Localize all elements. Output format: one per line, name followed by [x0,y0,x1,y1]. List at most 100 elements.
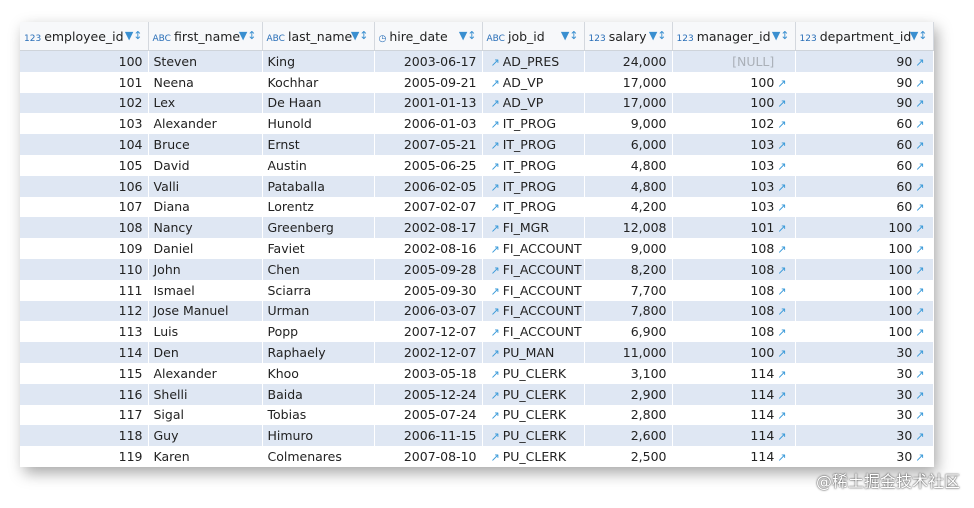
cell-employee_id[interactable]: 104 [20,134,149,155]
cell-last_name[interactable]: King [262,50,375,72]
link-icon[interactable]: ↗ [491,243,500,256]
table-row[interactable]: 116 Shelli Baida 2005-12-24 ↗ PU_CLERK 2,900 11… [20,383,934,405]
table-row[interactable]: 117 Sigal Tobias 2005-07-24 ↗ PU_CLERK 2,800 11… [20,404,934,426]
link-icon[interactable]: ↗ [777,389,786,402]
cell-first_name[interactable]: Alexander [148,113,263,135]
cell-job_id[interactable]: ↗ IT_PROG [482,196,585,218]
filter-sort-icon[interactable]: ▼↕ [459,29,477,42]
cell-hire_date[interactable]: 2005-06-25 [374,154,483,176]
cell-first_name[interactable]: Diana [148,196,263,218]
cell-salary[interactable]: 2,500 [584,446,673,467]
cell-manager_id[interactable]: 103 ↗ [672,175,796,197]
cell-manager_id[interactable]: 108 ↗ [672,238,796,259]
link-icon[interactable]: ↗ [777,139,786,152]
cell-manager_id[interactable]: 103 ↗ [672,154,796,176]
table-row[interactable]: 109 Daniel Faviet 2002-08-16 ↗ FI_ACCOUNT 9,00… [20,238,934,259]
link-icon[interactable]: ↗ [491,430,500,443]
link-icon[interactable]: ↗ [915,139,924,152]
table-row[interactable]: 108 Nancy Greenberg 2002-08-17 ↗ FI_MGR 12,008… [20,217,934,239]
column-header-department_id[interactable]: 123 department_id ▼↕ [795,22,934,51]
table-row[interactable]: 110 John Chen 2005-09-28 ↗ FI_ACCOUNT 8,200 108… [20,258,934,280]
cell-hire_date[interactable]: 2005-09-28 [374,258,483,280]
cell-salary[interactable]: 11,000 [584,342,673,363]
table-row[interactable]: 107 Diana Lorentz 2007-02-07 ↗ IT_PROG 4,200 10… [20,196,934,218]
cell-job_id[interactable]: ↗ PU_CLERK [482,362,585,384]
cell-first_name[interactable]: Neena [148,71,263,93]
cell-salary[interactable]: 3,100 [584,362,673,384]
cell-department_id[interactable]: 30 ↗ [795,446,934,467]
cell-manager_id[interactable]: 101 ↗ [672,217,796,239]
link-icon[interactable]: ↗ [491,97,500,110]
cell-first_name[interactable]: Lex [148,92,263,114]
column-header-manager_id[interactable]: 123 manager_id ▼↕ [672,22,796,51]
link-icon[interactable]: ↗ [777,347,786,360]
cell-employee_id[interactable]: 113 [20,321,149,343]
link-icon[interactable]: ↗ [491,139,500,152]
cell-first_name[interactable]: Guy [148,425,263,447]
cell-job_id[interactable]: ↗ FI_ACCOUNT [482,300,585,322]
cell-manager_id[interactable]: 100 ↗ [672,71,796,93]
cell-salary[interactable]: 2,800 [584,404,673,426]
cell-salary[interactable]: 2,600 [584,425,673,447]
cell-first_name[interactable]: Ismael [148,279,263,301]
cell-hire_date[interactable]: 2005-07-24 [374,404,483,426]
cell-last_name[interactable]: Tobias [262,404,375,426]
cell-manager_id[interactable]: 103 ↗ [672,134,796,155]
cell-hire_date[interactable]: 2001-01-13 [374,92,483,114]
column-header-hire_date[interactable]: ◷ hire_date ▼↕ [374,22,483,51]
filter-sort-icon[interactable]: ▼↕ [561,29,579,42]
table-row[interactable]: 119 Karen Colmenares 2007-08-10 ↗ PU_CLERK 2,5… [20,446,934,467]
cell-salary[interactable]: 17,000 [584,71,673,93]
cell-department_id[interactable]: 100 ↗ [795,300,934,322]
link-icon[interactable]: ↗ [491,56,500,69]
cell-department_id[interactable]: 90 ↗ [795,71,934,93]
cell-manager_id[interactable]: 100 ↗ [672,92,796,114]
cell-job_id[interactable]: ↗ IT_PROG [482,175,585,197]
link-icon[interactable]: ↗ [915,409,924,422]
cell-job_id[interactable]: ↗ PU_CLERK [482,404,585,426]
table-row[interactable]: 102 Lex De Haan 2001-01-13 ↗ AD_VP 17,000 100 ↗ 9… [20,92,934,114]
link-icon[interactable]: ↗ [915,118,924,131]
cell-manager_id[interactable]: 108 ↗ [672,258,796,280]
cell-department_id[interactable]: 30 ↗ [795,383,934,405]
column-header-first_name[interactable]: ABC first_name ▼↕ [148,22,263,51]
cell-last_name[interactable]: Kochhar [262,71,375,93]
cell-employee_id[interactable]: 115 [20,362,149,384]
cell-first_name[interactable]: Alexander [148,362,263,384]
cell-employee_id[interactable]: 118 [20,425,149,447]
cell-employee_id[interactable]: 108 [20,217,149,239]
cell-manager_id[interactable]: 114 ↗ [672,404,796,426]
cell-first_name[interactable]: Steven [148,50,263,72]
cell-job_id[interactable]: ↗ FI_ACCOUNT [482,279,585,301]
cell-last_name[interactable]: Raphaely [262,342,375,363]
link-icon[interactable]: ↗ [915,201,924,214]
cell-first_name[interactable]: Daniel [148,238,263,259]
cell-salary[interactable]: 6,000 [584,134,673,155]
cell-job_id[interactable]: ↗ IT_PROG [482,113,585,135]
link-icon[interactable]: ↗ [491,326,500,339]
cell-salary[interactable]: 6,900 [584,321,673,343]
cell-last_name[interactable]: Baida [262,383,375,405]
cell-employee_id[interactable]: 107 [20,196,149,218]
cell-last_name[interactable]: Popp [262,321,375,343]
cell-department_id[interactable]: 90 ↗ [795,92,934,114]
cell-salary[interactable]: 8,200 [584,258,673,280]
cell-last_name[interactable]: Pataballa [262,175,375,197]
cell-manager_id[interactable]: 103 ↗ [672,196,796,218]
cell-first_name[interactable]: Valli [148,175,263,197]
column-header-employee_id[interactable]: 123 employee_id ▼↕ [20,22,149,51]
link-icon[interactable]: ↗ [777,264,786,277]
cell-job_id[interactable]: ↗ FI_ACCOUNT [482,258,585,280]
cell-job_id[interactable]: ↗ PU_MAN [482,342,585,363]
link-icon[interactable]: ↗ [915,305,924,318]
link-icon[interactable]: ↗ [777,181,786,194]
cell-employee_id[interactable]: 117 [20,404,149,426]
cell-hire_date[interactable]: 2002-08-16 [374,238,483,259]
cell-department_id[interactable]: 30 ↗ [795,362,934,384]
cell-first_name[interactable]: Nancy [148,217,263,239]
cell-job_id[interactable]: ↗ PU_CLERK [482,446,585,467]
link-icon[interactable]: ↗ [777,160,786,173]
cell-manager_id[interactable]: 108 ↗ [672,321,796,343]
cell-job_id[interactable]: ↗ PU_CLERK [482,383,585,405]
link-icon[interactable]: ↗ [491,201,500,214]
